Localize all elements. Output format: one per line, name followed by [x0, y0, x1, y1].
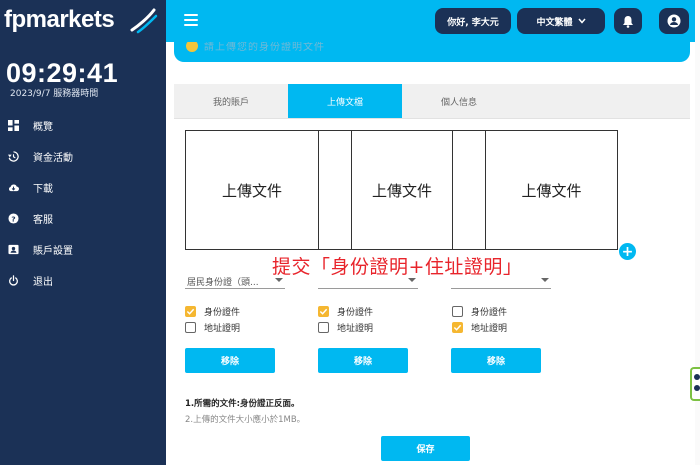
checkbox-unchecked[interactable] — [185, 322, 196, 333]
upload-box-1[interactable]: 上傳文件 — [185, 130, 319, 250]
chevron-down-icon — [577, 18, 586, 24]
chat-icon — [694, 374, 700, 380]
tab-bar: 我的賬戶 上傳文檔 個人信息 — [174, 84, 690, 118]
user-circle-icon — [667, 14, 681, 28]
caret-down-icon — [275, 278, 283, 282]
checkbox-label: 地址證明 — [204, 324, 241, 334]
tab-upload-documents[interactable]: 上傳文檔 — [288, 84, 402, 118]
id-proof-checkbox-1[interactable]: 身份證件 — [185, 305, 240, 318]
checkbox-label: 身份證件 — [337, 308, 374, 318]
sidebar-item-label: 資金活動 — [33, 153, 73, 164]
required-files-note: 1.所需的文件:身份證正反面。 — [185, 399, 300, 409]
chat-widget-tab[interactable] — [690, 367, 700, 401]
power-icon — [8, 275, 19, 286]
sidebar: fpmarkets 09:29:41 2023/9/7 服務器時間 概覽 資金活… — [0, 0, 166, 465]
upload-gap — [452, 130, 486, 250]
checkbox-unchecked[interactable] — [318, 322, 329, 333]
language-label: 中文繁體 — [536, 17, 573, 28]
help-icon: ? — [8, 213, 19, 224]
tab-my-account[interactable]: 我的賬戶 — [174, 84, 288, 118]
sidebar-item-label: 退出 — [33, 277, 53, 288]
remove-button-1[interactable]: 移除 — [185, 348, 275, 373]
checkbox-checked[interactable] — [318, 306, 329, 317]
caret-down-icon — [541, 278, 549, 282]
dashboard-icon — [8, 120, 19, 131]
sidebar-item-account-settings[interactable]: 賬戶設置 — [0, 234, 166, 265]
history-icon — [8, 151, 19, 162]
upload-gap — [318, 130, 352, 250]
select-value: 居民身份證（頭... — [187, 278, 259, 288]
address-proof-checkbox-1[interactable]: 地址證明 — [185, 321, 240, 334]
id-proof-checkbox-3[interactable]: 身份證件 — [452, 305, 507, 318]
profile-button[interactable] — [659, 8, 689, 34]
brand-logo[interactable]: fpmarkets — [4, 6, 115, 34]
svg-text:?: ? — [11, 214, 15, 223]
checkbox-checked[interactable] — [185, 306, 196, 317]
remove-button-2[interactable]: 移除 — [318, 348, 408, 373]
checkbox-label: 身份證件 — [471, 308, 508, 318]
caret-down-icon — [408, 278, 416, 282]
sidebar-item-download[interactable]: 下載 — [0, 172, 166, 203]
menu-icon[interactable] — [184, 14, 198, 26]
plus-icon: + — [621, 243, 634, 260]
id-proof-checkbox-2[interactable]: 身份證件 — [318, 305, 373, 318]
checkbox-checked[interactable] — [452, 322, 463, 333]
language-select-button[interactable]: 中文繁體 — [517, 8, 605, 34]
chat-icon — [694, 385, 700, 391]
sidebar-item-overview[interactable]: 概覽 — [0, 110, 166, 141]
server-time-label: 2023/9/7 服務器時間 — [10, 89, 99, 99]
bell-icon — [623, 15, 633, 28]
notifications-button[interactable] — [614, 8, 642, 34]
sidebar-nav: 概覽 資金活動 下載 ? 客服 賬戶設置 退出 — [0, 110, 166, 296]
clock-time: 09:29:41 — [6, 58, 119, 88]
checkbox-label: 地址證明 — [471, 324, 508, 334]
address-proof-checkbox-2[interactable]: 地址證明 — [318, 321, 373, 334]
doc-type-select-2[interactable] — [318, 270, 418, 289]
upload-box-3[interactable]: 上傳文件 — [485, 130, 618, 250]
save-button[interactable]: 保存 — [381, 436, 470, 461]
user-greeting-button[interactable]: 你好, 李大元 — [435, 8, 511, 34]
sidebar-item-funds[interactable]: 資金活動 — [0, 141, 166, 172]
logo-swoosh-icon — [130, 8, 158, 34]
tab-personal-info[interactable]: 個人信息 — [402, 84, 516, 118]
checkbox-label: 身份證件 — [204, 308, 241, 318]
remove-button-3[interactable]: 移除 — [451, 348, 541, 373]
sidebar-item-logout[interactable]: 退出 — [0, 265, 166, 296]
account-card-icon — [8, 244, 19, 255]
cloud-download-icon — [8, 182, 19, 193]
checkbox-unchecked[interactable] — [452, 306, 463, 317]
sidebar-item-label: 客服 — [33, 215, 53, 226]
sidebar-item-label: 賬戶設置 — [33, 246, 73, 257]
sidebar-item-support[interactable]: ? 客服 — [0, 203, 166, 234]
sidebar-item-label: 下載 — [33, 184, 53, 195]
doc-type-select-1[interactable]: 居民身份證（頭... — [185, 270, 285, 289]
doc-type-select-3[interactable] — [451, 270, 551, 289]
add-upload-button[interactable]: + — [619, 243, 636, 260]
top-header: 你好, 李大元 中文繁體 — [166, 0, 700, 42]
tab-divider — [174, 118, 690, 119]
address-proof-checkbox-3[interactable]: 地址證明 — [452, 321, 507, 334]
file-size-note: 2.上傳的文件大小應小於1MB。 — [185, 415, 306, 425]
checkbox-label: 地址證明 — [337, 324, 374, 334]
upload-box-2[interactable]: 上傳文件 — [351, 130, 453, 250]
sidebar-item-label: 概覽 — [33, 122, 53, 133]
